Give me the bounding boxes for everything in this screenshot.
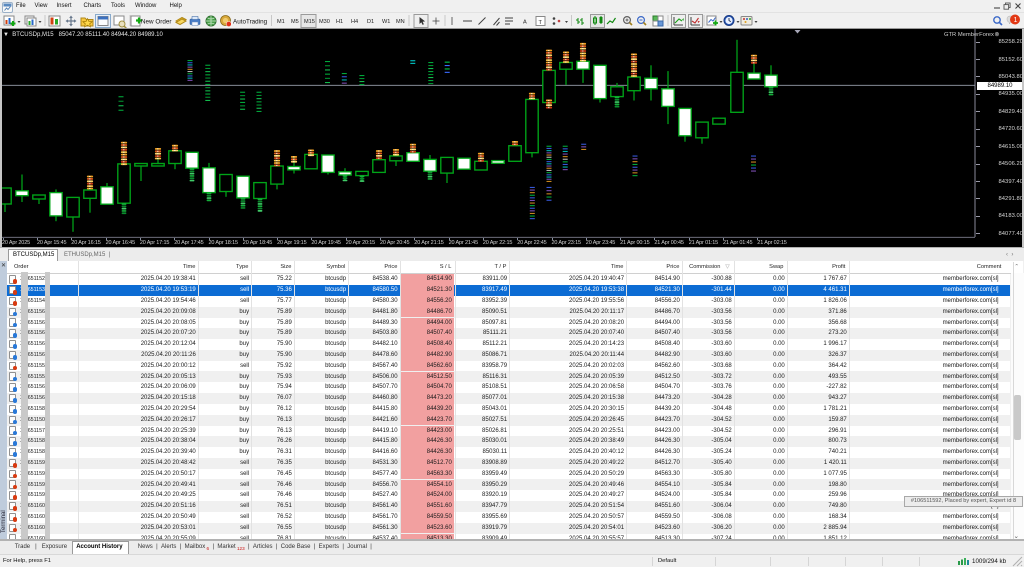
svg-text:AutoTrading: AutoTrading [233,19,268,26]
svg-text:H1: H1 [336,19,343,25]
svg-text:M5: M5 [291,19,299,25]
svg-text:T: T [539,20,543,26]
svg-text:A: A [523,20,527,26]
svg-text:D1: D1 [367,19,374,25]
svg-text:H4: H4 [351,19,358,25]
svg-text:W1: W1 [382,19,390,25]
svg-text:M15: M15 [304,19,315,25]
svg-text:New Order: New Order [141,19,171,26]
svg-text:M1: M1 [277,19,285,25]
svg-text:M30: M30 [319,19,330,25]
svg-text:MN: MN [396,19,405,25]
svg-text:1: 1 [1014,17,1018,24]
